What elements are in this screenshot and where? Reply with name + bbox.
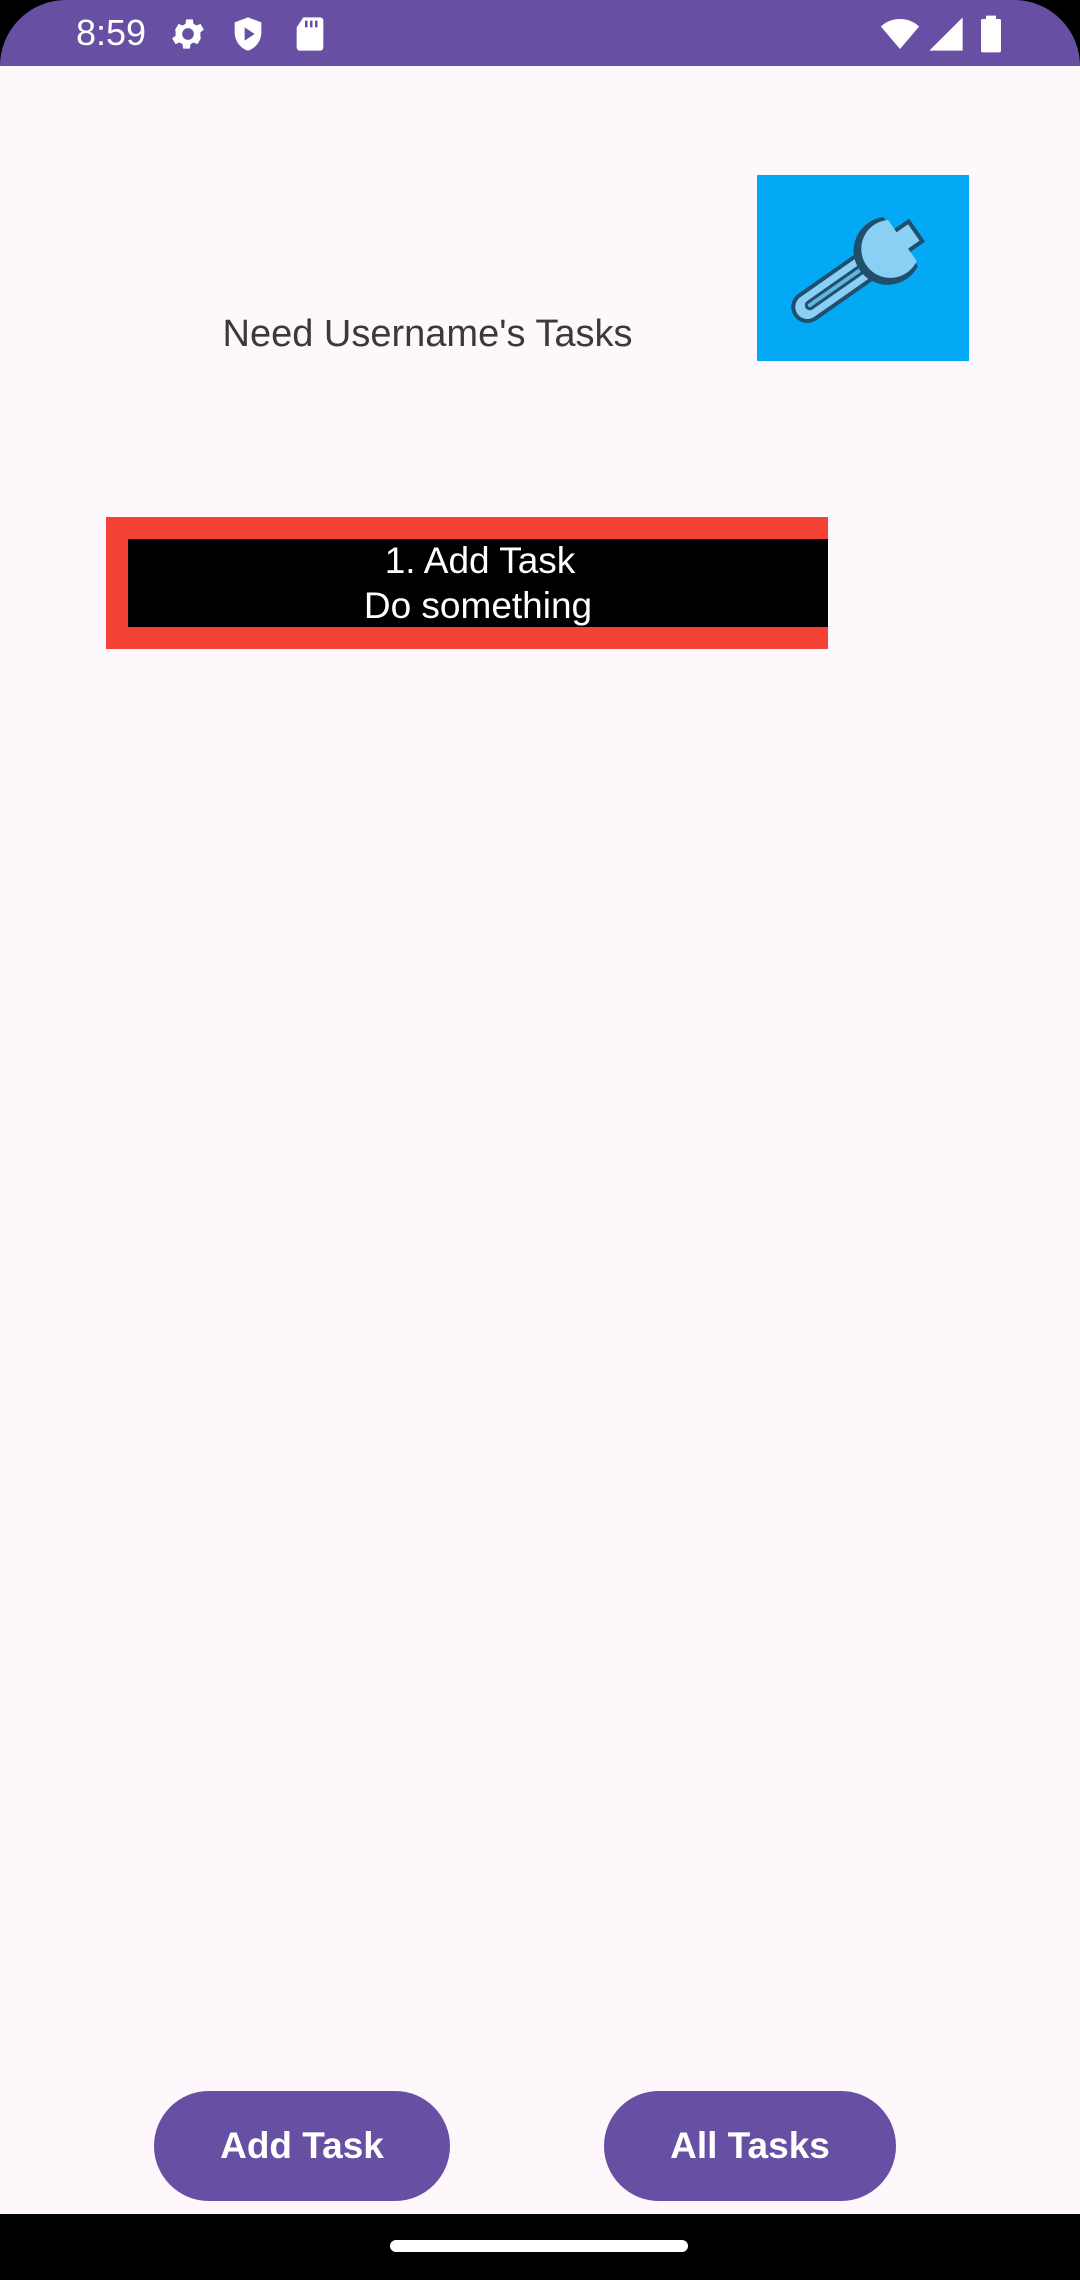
navigation-bar (0, 2214, 1080, 2280)
task-item-content: 1. Add Task Do something (128, 539, 828, 627)
status-bar: 8:59 (0, 0, 1080, 66)
settings-icon (168, 14, 208, 54)
shield-icon (228, 14, 268, 54)
all-tasks-button[interactable]: All Tasks (604, 2091, 896, 2201)
task-list-item[interactable]: 1. Add Task Do something (106, 517, 828, 649)
app-content: Need Username's Tasks 1. Add Task Do som… (0, 66, 1080, 2214)
page-title: Need Username's Tasks (222, 313, 633, 355)
wrench-icon (791, 217, 926, 324)
task-title: 1. Add Task (384, 540, 576, 581)
signal-icon (926, 14, 966, 54)
status-time: 8:59 (76, 12, 147, 53)
task-description: Do something (363, 585, 593, 626)
add-task-button[interactable]: Add Task (154, 2091, 450, 2201)
battery-icon (976, 14, 1006, 54)
sd-card-icon (290, 14, 330, 54)
home-gesture-handle[interactable] (390, 2240, 688, 2252)
wifi-icon (878, 14, 922, 54)
settings-button[interactable] (757, 175, 969, 361)
phone-screen: 8:59 Need Username's Tasks 1. Add Task D… (0, 0, 1080, 2280)
